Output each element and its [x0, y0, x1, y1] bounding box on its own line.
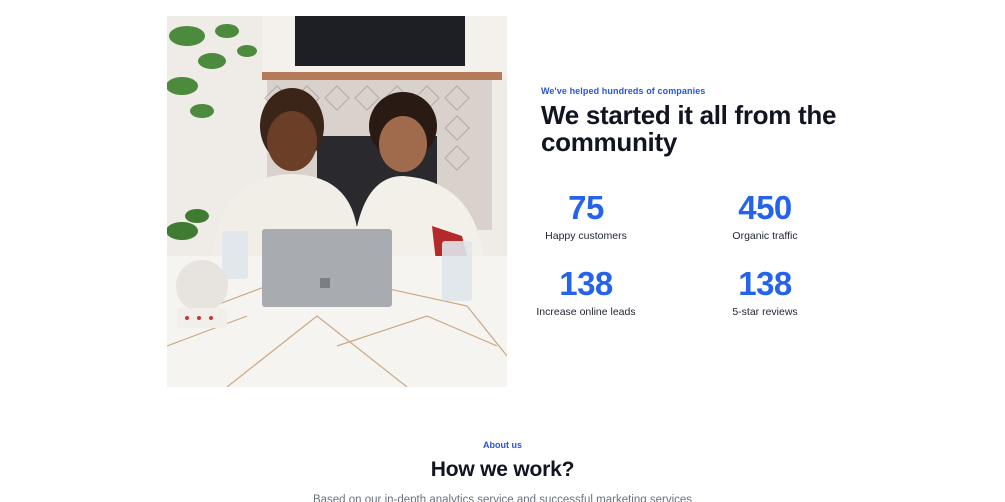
hero-content: We've helped hundreds of companies We st…: [541, 86, 871, 156]
stat-label: Increase online leads: [536, 306, 636, 318]
stat-value: 138: [738, 265, 792, 302]
community-photo: [167, 16, 507, 387]
stat-label: 5-star reviews: [732, 306, 798, 318]
stat-organic-traffic: 450 Organic traffic: [690, 189, 840, 243]
photo-illustration: [167, 16, 507, 387]
hero-title: We started it all from the community: [541, 100, 837, 157]
about-eyebrow: About us: [483, 440, 522, 450]
stat-value: 138: [559, 265, 613, 302]
page: We've helped hundreds of companies We st…: [0, 0, 1005, 502]
about-heading: How we work?: [430, 458, 575, 481]
stat-five-star-reviews: 138 5-star reviews: [690, 265, 840, 319]
stat-value: 450: [738, 189, 792, 226]
stat-happy-customers: 75 Happy customers: [511, 189, 661, 243]
stat-label: Organic traffic: [732, 230, 798, 242]
stat-label: Happy customers: [545, 230, 627, 242]
hero-eyebrow: We've helped hundreds of companies: [541, 86, 706, 96]
about-section: About us How we work? Based on our in-de…: [0, 440, 1005, 502]
about-description: Based on our in-depth analytics service …: [312, 494, 693, 502]
stat-online-leads: 138 Increase online leads: [511, 265, 661, 319]
stats-grid: 75 Happy customers 450 Organic traffic 1…: [536, 189, 841, 330]
stat-value: 75: [568, 189, 604, 226]
